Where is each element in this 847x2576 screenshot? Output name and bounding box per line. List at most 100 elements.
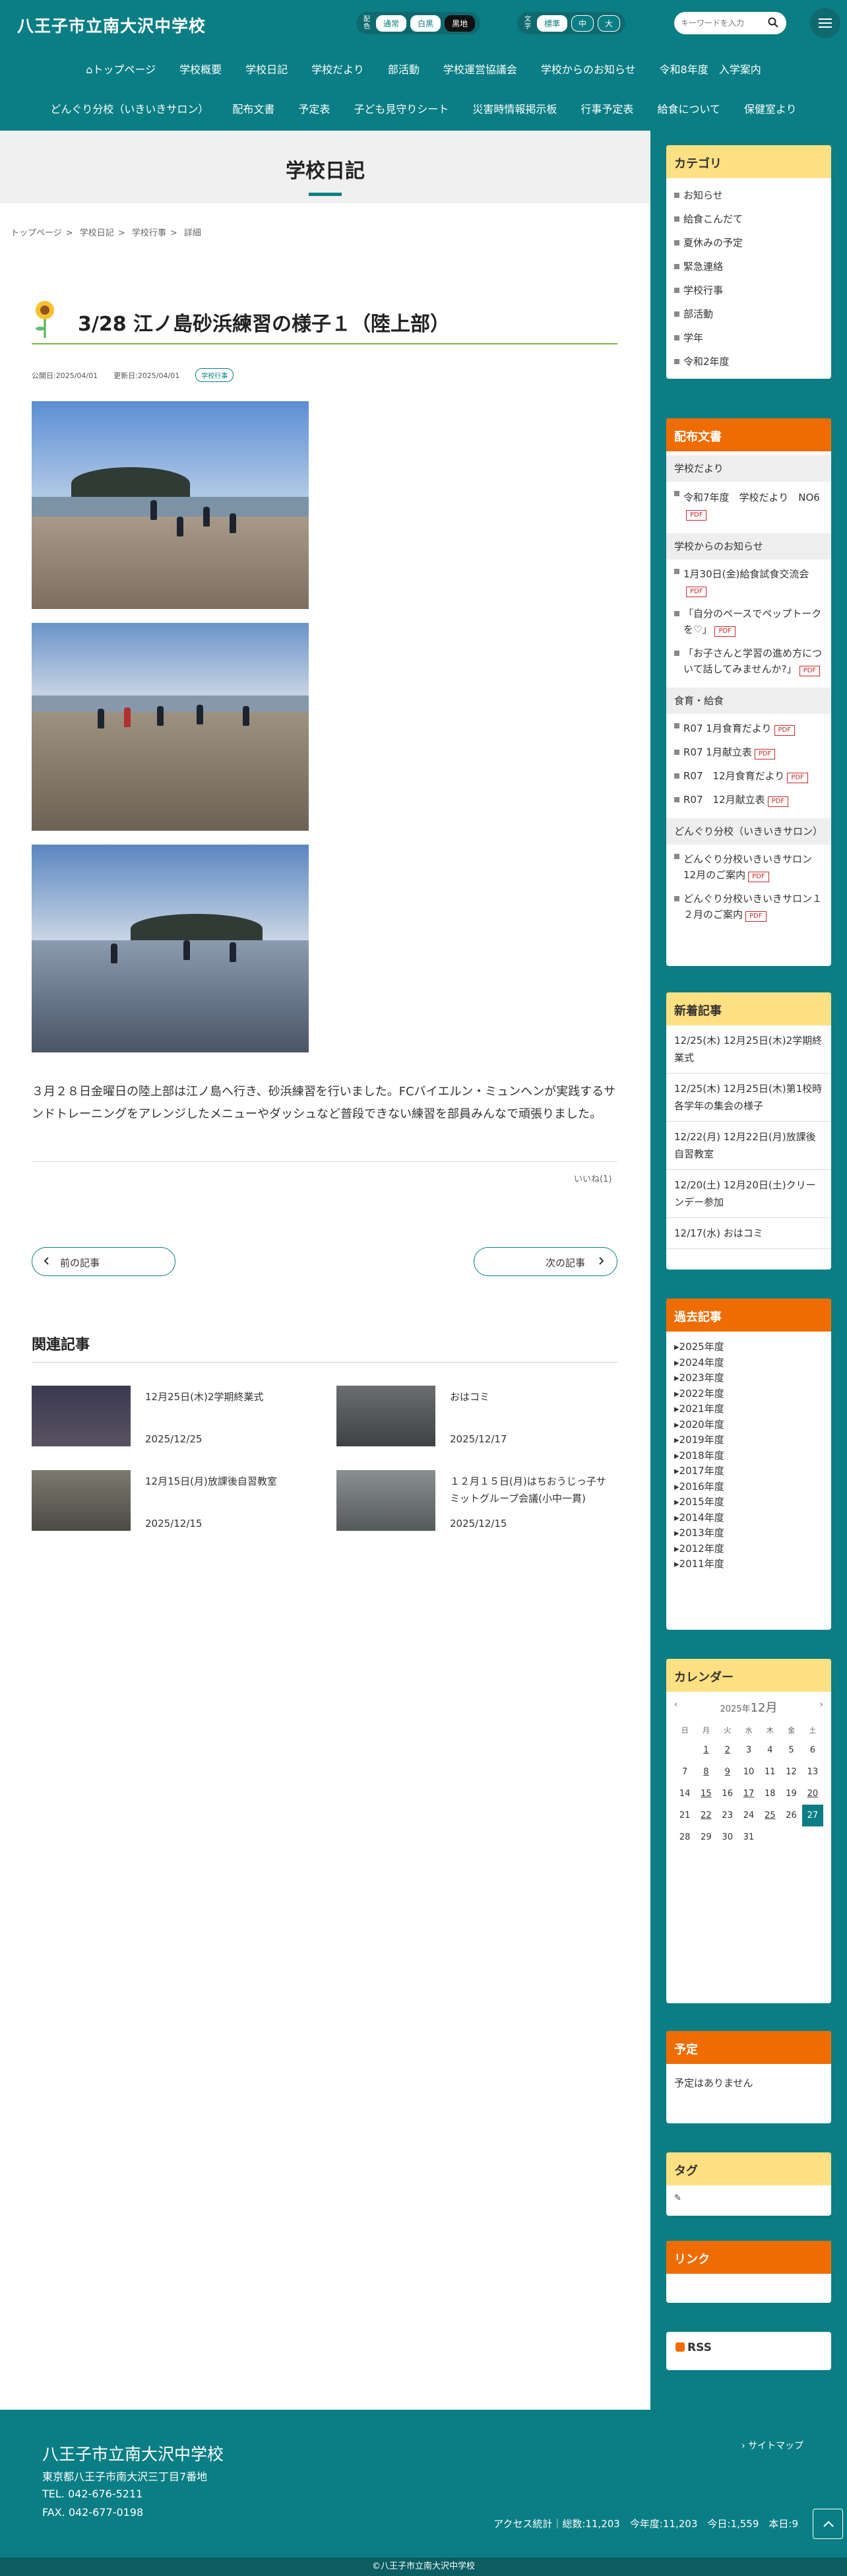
nav-item-diary[interactable]: 学校日記 (234, 61, 299, 77)
doc-item[interactable]: R07 12月食育だより PDF (666, 764, 831, 788)
nav-item-nurse[interactable]: 保健室より (732, 100, 809, 116)
category-item[interactable]: 夏休みの予定 (674, 231, 823, 255)
article-photo[interactable] (32, 401, 309, 609)
nav-item-lunch[interactable]: 給食について (645, 100, 732, 116)
nav-item-about[interactable]: 学校概要 (168, 61, 234, 77)
nav-item-schedule[interactable]: 予定表 (286, 100, 342, 116)
archive-year[interactable]: ▸2013年度 (666, 1526, 831, 1541)
category-item[interactable]: 部活動 (674, 302, 823, 326)
like-button[interactable]: いいね(1) (574, 1172, 612, 1184)
nav-item-watch-sheet[interactable]: 子ども見守りシート (342, 100, 460, 116)
nav-item-documents[interactable]: 配布文書 (220, 100, 286, 116)
site-title[interactable]: 八王子市立南大沢中学校 (17, 13, 206, 37)
calendar-day[interactable]: 25 (759, 1805, 780, 1826)
nav-item-events[interactable]: 行事予定表 (569, 100, 645, 116)
doc-item[interactable]: R07 1月献立表 PDF (666, 740, 831, 764)
category-item[interactable]: 給食こんだて (674, 207, 823, 231)
calendar-day[interactable]: 9 (717, 1761, 738, 1783)
color-mono-button[interactable]: 白黒 (410, 15, 441, 32)
archive-year[interactable]: ▸2020年度 (666, 1417, 831, 1433)
calendar-day[interactable]: 20 (802, 1783, 823, 1805)
breadcrumb-diary[interactable]: 学校日記 (80, 228, 114, 238)
archive-year[interactable]: ▸2022年度 (666, 1386, 831, 1402)
breadcrumb-top[interactable]: トップページ (11, 228, 62, 238)
breadcrumb-events[interactable]: 学校行事 (132, 228, 166, 238)
chevron-left-icon (44, 1257, 49, 1265)
new-article-link[interactable]: 12/25(木) 12月25日(木)2学期終業式 (666, 1025, 831, 1074)
related-item[interactable]: 12月25日(木)2学期終業式 2025/12/25 (32, 1386, 309, 1452)
new-article-link[interactable]: 12/17(水) おはコミ (666, 1218, 831, 1249)
category-item[interactable]: お知らせ (674, 183, 823, 207)
nav-item-top[interactable]: ⌂トップページ (74, 61, 168, 77)
nav-item-salon[interactable]: どんぐり分校（いきいきサロン） (38, 100, 220, 116)
hamburger-menu-button[interactable] (810, 8, 840, 38)
archive-year[interactable]: ▸2014年度 (666, 1510, 831, 1526)
color-normal-button[interactable]: 通常 (376, 15, 407, 32)
doc-item[interactable]: 1月30日(金)給食試食交流会 PDF (666, 560, 831, 602)
calendar-day[interactable]: 1 (695, 1739, 716, 1761)
font-standard-button[interactable]: 標準 (537, 15, 568, 32)
doc-item[interactable]: 「自分のペースでペップトークを♡」 PDF (666, 602, 831, 641)
article-body: ３月２８日金曜日の陸上部は江ノ島へ行き、砂浜練習を行いました。FCバイエルン・ミ… (32, 1085, 616, 1121)
search-icon[interactable] (768, 17, 778, 28)
archive-year[interactable]: ▸2018年度 (666, 1448, 831, 1464)
search-input[interactable] (681, 16, 760, 30)
new-article-link[interactable]: 12/20(土) 12月20日(土)クリーンデー参加 (666, 1170, 831, 1218)
documents-heading: 配布文書 (666, 418, 831, 451)
sitemap-link[interactable]: › サイトマップ (741, 2439, 803, 2452)
calendar-day[interactable]: 22 (695, 1805, 716, 1826)
new-article-link[interactable]: 12/22(月) 12月22日(月)放課後自習教室 (666, 1122, 831, 1170)
chevron-right-icon[interactable]: › (820, 1700, 823, 1710)
category-item[interactable]: 令和2年度 (674, 350, 823, 373)
chevron-left-icon[interactable]: ‹ (674, 1700, 677, 1710)
archive-year[interactable]: ▸2024年度 (666, 1355, 831, 1371)
sidebar: カテゴリ お知らせ 給食こんだて 夏休みの予定 緊急連絡 学校行事 部活動 学年… (650, 131, 847, 2410)
nav-item-clubs[interactable]: 部活動 (376, 61, 431, 77)
new-article-link[interactable]: 12/25(木) 12月25日(木)第1校時 各学年の集会の様子 (666, 1074, 831, 1122)
doc-item[interactable]: 令和7年度 学校だより NO6 PDF (666, 482, 831, 525)
doc-item[interactable]: R07 12月献立表 PDF (666, 788, 831, 812)
archive-year[interactable]: ▸2011年度 (666, 1557, 831, 1572)
archive-year[interactable]: ▸2019年度 (666, 1433, 831, 1448)
category-tag[interactable]: 学校行事 (195, 368, 234, 382)
calendar-day[interactable]: 2 (717, 1739, 738, 1761)
article-photo[interactable] (32, 623, 309, 831)
archive-year[interactable]: ▸2017年度 (666, 1464, 831, 1479)
page-hero: 学校日記 (0, 131, 650, 203)
doc-item[interactable]: 「お子さんと学習の進め方について話してみませんか?」 PDF (666, 641, 831, 681)
category-item[interactable]: 学年 (674, 326, 823, 350)
archive-year[interactable]: ▸2021年度 (666, 1401, 831, 1417)
doc-item[interactable]: どんぐり分校いきいきサロン12月のご案内 PDF (666, 845, 831, 887)
archive-year[interactable]: ▸2012年度 (666, 1541, 831, 1557)
related-item[interactable]: 12月15日(月)放課後自習教室 2025/12/15 (32, 1470, 309, 1536)
calendar-day: 3 (745, 1745, 752, 1755)
calendar-day (780, 1826, 801, 1848)
doc-item[interactable]: R07 1月食育だより PDF (666, 714, 831, 740)
archive-year[interactable]: ▸2015年度 (666, 1495, 831, 1510)
rss-link[interactable]: RSS (666, 2332, 831, 2364)
next-article-button[interactable]: 次の記事 (474, 1247, 617, 1276)
archive-year[interactable]: ▸2025年度 (666, 1339, 831, 1355)
nav-item-disaster-board[interactable]: 災害時情報掲示板 (460, 100, 569, 116)
font-medium-button[interactable]: 中 (571, 15, 594, 32)
calendar-day[interactable]: 17 (738, 1783, 759, 1805)
doc-item[interactable]: どんぐり分校いきいきサロン１２月のご案内 PDF (666, 887, 831, 926)
prev-article-button[interactable]: 前の記事 (32, 1247, 175, 1276)
nav-item-admission[interactable]: 令和8年度 入学案内 (648, 61, 773, 77)
nav-item-notices[interactable]: 学校からのお知らせ (529, 61, 648, 77)
archive-year[interactable]: ▸2016年度 (666, 1479, 831, 1495)
category-item[interactable]: 学校行事 (674, 278, 823, 302)
related-item[interactable]: １２月１５日(月)はちおうじっ子サミットグループ会議(小中一貫) 2025/12… (336, 1470, 613, 1536)
back-to-top-button[interactable] (813, 2509, 843, 2539)
color-dark-button[interactable]: 黒地 (445, 15, 476, 32)
calendar-day[interactable]: 8 (695, 1761, 716, 1783)
archive-year[interactable]: ▸2023年度 (666, 1370, 831, 1386)
related-item[interactable]: おはコミ 2025/12/17 (336, 1386, 613, 1452)
category-item[interactable]: 緊急連絡 (674, 255, 823, 278)
nav-item-council[interactable]: 学校運営協議会 (431, 61, 529, 77)
article-photo[interactable] (32, 845, 309, 1052)
font-large-button[interactable]: 大 (598, 15, 621, 32)
schedule-heading: 予定 (666, 2031, 831, 2064)
nav-item-newsletter[interactable]: 学校だより (299, 61, 376, 77)
calendar-day[interactable]: 15 (695, 1783, 716, 1805)
